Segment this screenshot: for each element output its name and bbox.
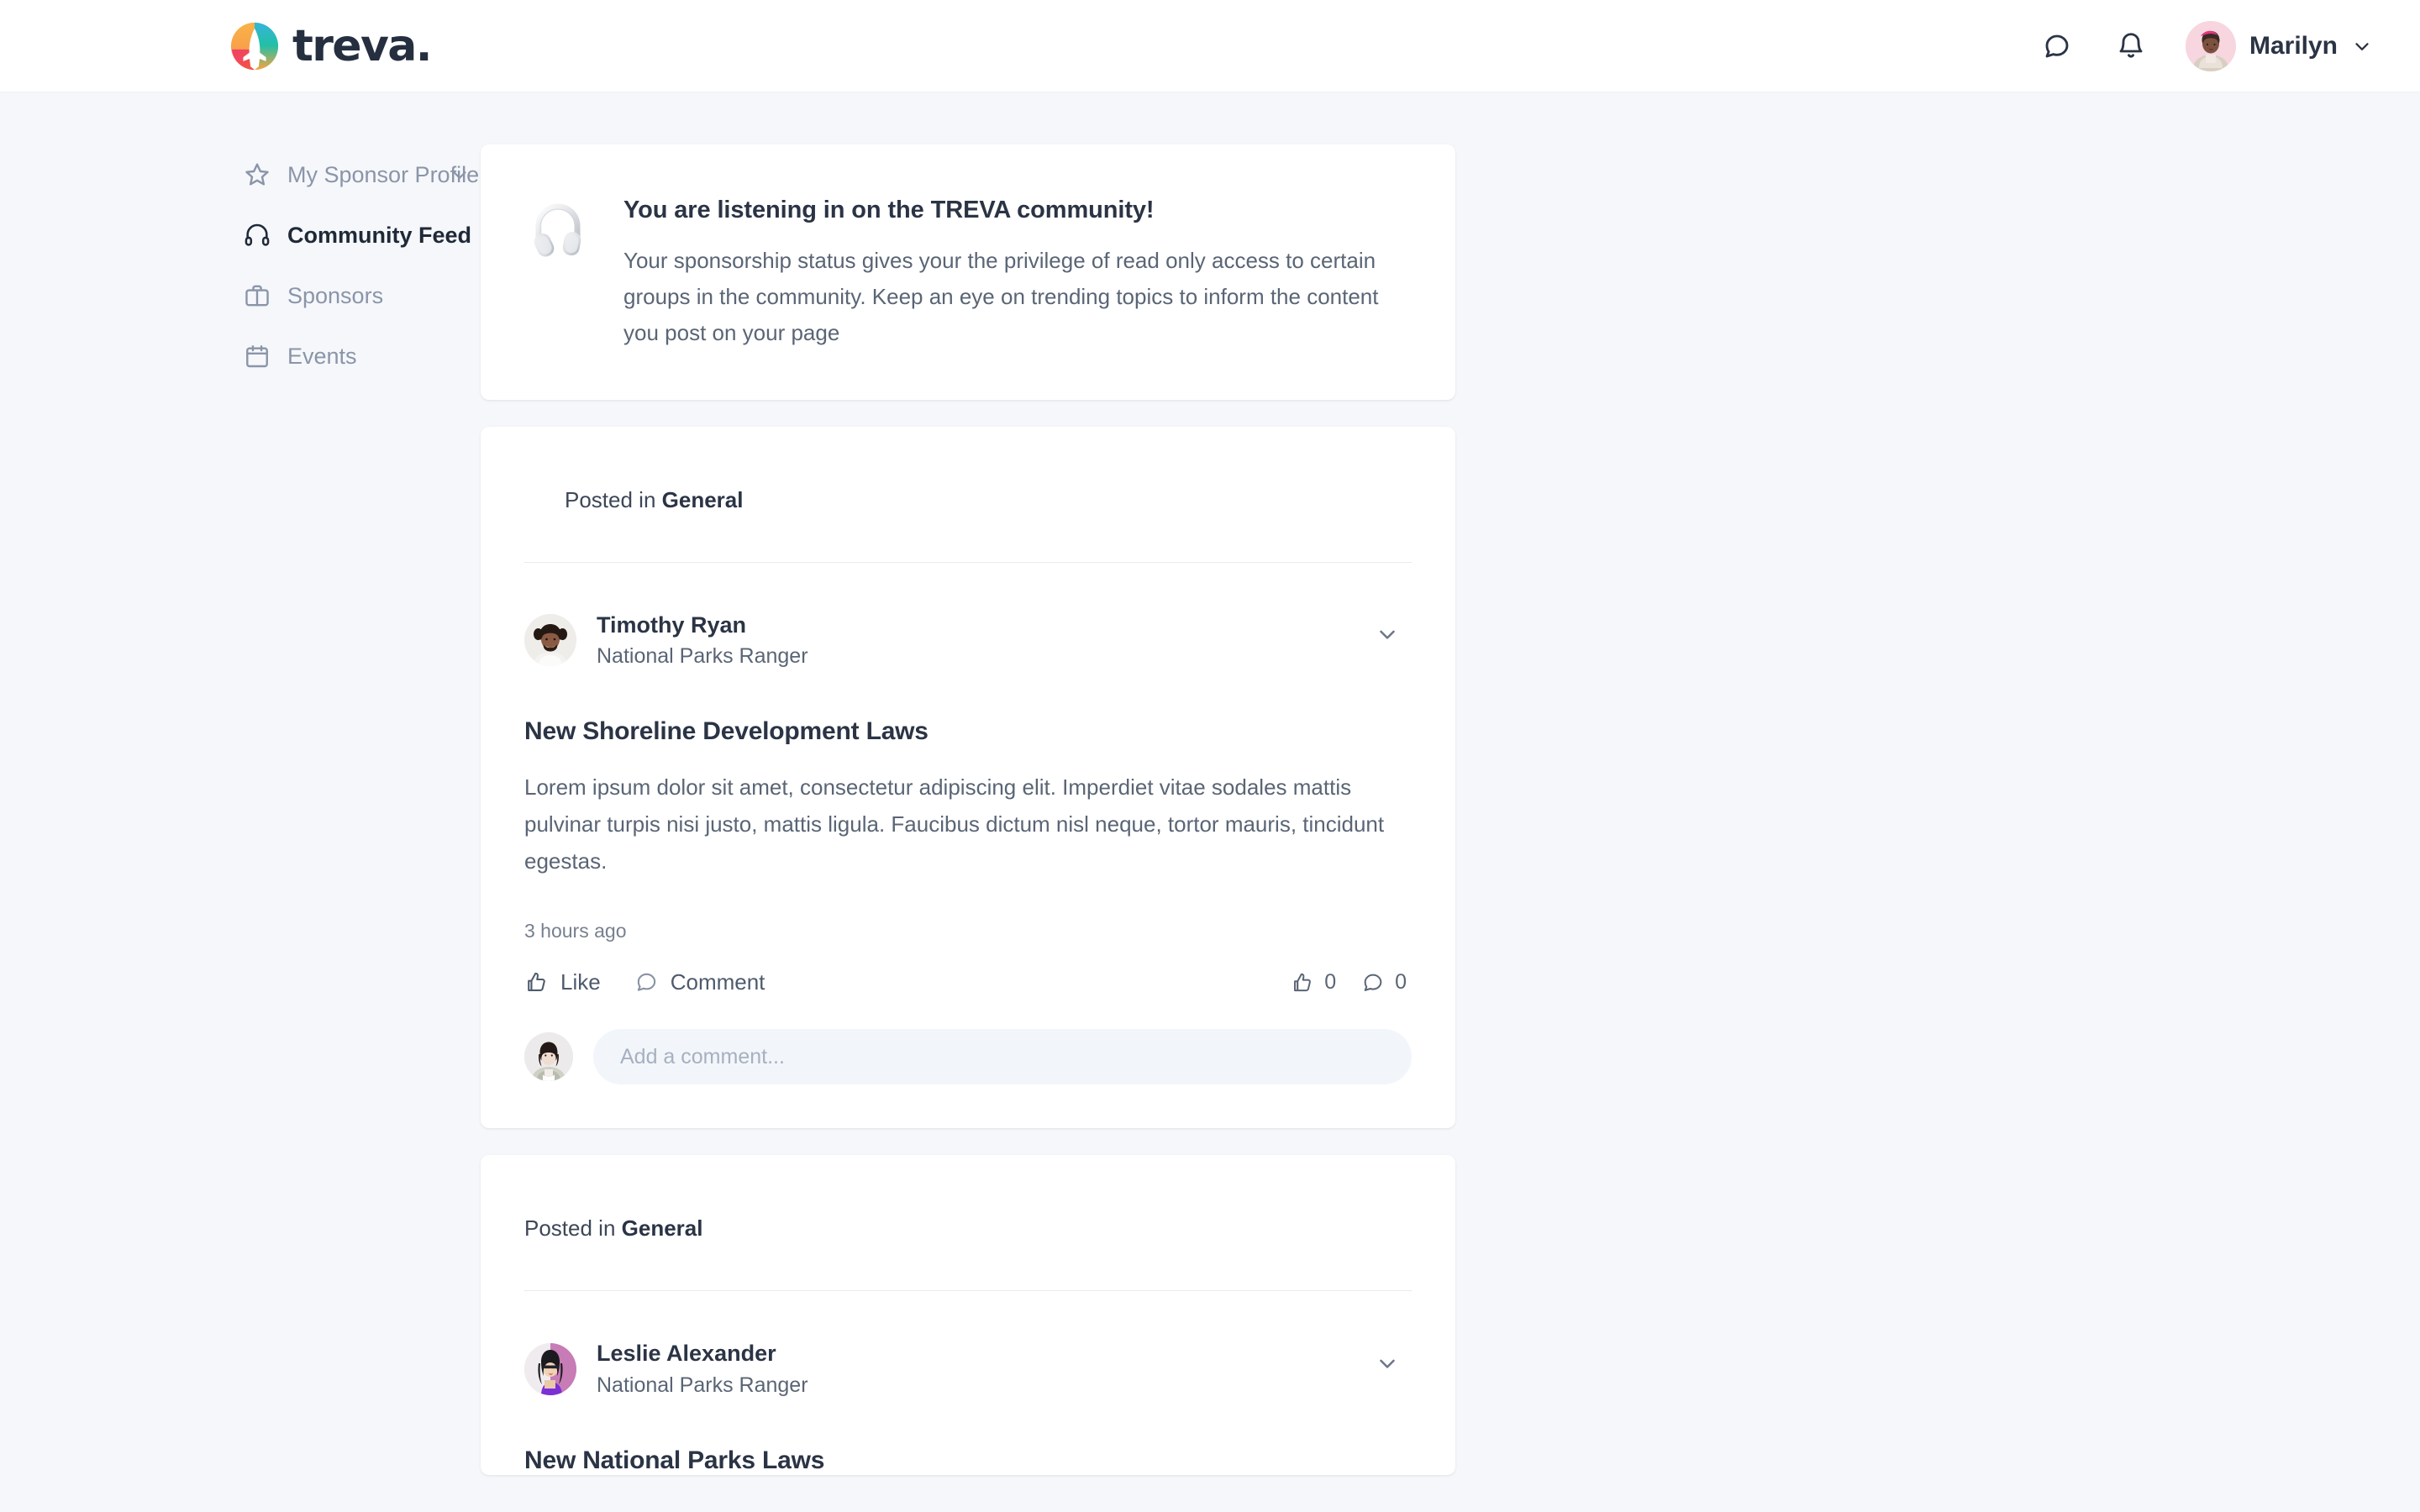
banner-title: You are listening in on the TREVA commun…	[623, 197, 1155, 223]
posted-in-group: General	[621, 1215, 703, 1242]
post-title: New National Parks Laws	[524, 1446, 825, 1475]
avatar	[524, 1342, 576, 1395]
comment-count-metric[interactable]: 0	[1361, 970, 1407, 995]
post-content: Leslie Alexander National Parks Ranger N…	[481, 1291, 1455, 1475]
post-content: Timothy Ryan National Parks Ranger New S…	[481, 563, 1455, 996]
brand-logo[interactable]: treva.	[229, 20, 433, 72]
poster-name: Timothy Ryan	[597, 612, 747, 638]
poster-role: National Parks Ranger	[597, 644, 808, 669]
post-actions: Like Comment 0 0	[524, 969, 1412, 995]
briefcase-icon	[244, 282, 281, 309]
listening-banner-card: You are listening in on the TREVA commun…	[481, 144, 1455, 400]
sidebar-item-label: Community Feed	[287, 222, 472, 248]
avatar	[524, 614, 576, 667]
like-button[interactable]: Like	[524, 969, 601, 995]
chevron-down-icon	[2351, 35, 2373, 57]
post-card: Posted in General	[481, 426, 1455, 1129]
like-count: 0	[1324, 970, 1337, 995]
header-actions: Marilyn	[2034, 20, 2373, 71]
star-icon	[244, 161, 281, 188]
headphones-icon	[244, 222, 281, 249]
comment-label: Comment	[670, 969, 765, 995]
add-comment-input[interactable]	[593, 1029, 1412, 1085]
treva-leaf-plane-logo-icon	[229, 20, 281, 72]
banner-body: Your sponsorship status gives your the p…	[623, 248, 1379, 345]
user-menu[interactable]: Marilyn	[2185, 20, 2373, 71]
post-title: New Shoreline Development Laws	[524, 717, 929, 746]
posted-in-prefix: Posted in	[524, 1215, 622, 1242]
brand-wordmark: treva.	[292, 20, 433, 71]
like-label: Like	[560, 969, 601, 995]
banner-text: You are listening in on the TREVA commun…	[623, 197, 1400, 351]
page-body: My Sponsor Profile Community Feed Sponso…	[0, 92, 2420, 1512]
speech-bubble-icon	[634, 970, 659, 995]
chevron-down-icon[interactable]	[1375, 1351, 1400, 1376]
user-name-label: Marilyn	[2249, 31, 2338, 60]
sidebar-item-label: Sponsors	[287, 282, 384, 308]
sidebar-item-community-feed[interactable]: Community Feed	[244, 205, 471, 265]
chevron-down-icon[interactable]	[449, 164, 471, 186]
avatar	[2185, 20, 2236, 71]
posted-in-label: Posted in General	[565, 427, 1412, 562]
posted-in-label: Posted in General	[524, 1155, 1412, 1290]
poster-meta: Timothy Ryan National Parks Ranger	[597, 612, 808, 669]
post-card: Posted in General	[481, 1155, 1455, 1476]
community-feed: You are listening in on the TREVA commun…	[481, 144, 1455, 1502]
post-header: Timothy Ryan National Parks Ranger	[524, 600, 1412, 669]
posted-in-prefix: Posted in	[565, 486, 662, 512]
like-count-metric[interactable]: 0	[1291, 970, 1336, 995]
post-metrics: 0 0	[1291, 970, 1412, 995]
comment-count: 0	[1395, 970, 1407, 995]
sidebar-item-sponsors[interactable]: Sponsors	[244, 265, 471, 326]
speech-bubble-icon	[1361, 971, 1385, 995]
silver-headphones-icon	[524, 197, 598, 267]
sidebar-item-events[interactable]: Events	[244, 326, 471, 386]
sidebar-item-label: Events	[287, 343, 357, 369]
bell-icon[interactable]	[2108, 24, 2154, 69]
thumbs-up-icon	[1291, 971, 1314, 995]
chevron-down-icon[interactable]	[1375, 622, 1400, 647]
post-actions-left: Like Comment	[524, 969, 765, 995]
add-comment-row	[481, 995, 1455, 1128]
avatar	[524, 1032, 573, 1082]
poster-name: Leslie Alexander	[597, 1341, 776, 1367]
app-header: treva. Marilyn	[0, 0, 2420, 92]
post-header: Leslie Alexander National Parks Ranger	[524, 1328, 1412, 1398]
sidebar-item-my-sponsor-profile[interactable]: My Sponsor Profile	[244, 144, 479, 205]
posted-in-group: General	[661, 486, 744, 512]
comment-button[interactable]: Comment	[634, 969, 765, 995]
poster-role: National Parks Ranger	[597, 1373, 808, 1398]
post-body: Lorem ipsum dolor sit amet, consectetur …	[524, 774, 1385, 874]
poster-meta: Leslie Alexander National Parks Ranger	[597, 1340, 808, 1398]
thumbs-up-icon	[524, 970, 549, 995]
chat-bubble-icon[interactable]	[2034, 24, 2080, 69]
post-timestamp: 3 hours ago	[524, 920, 627, 942]
sidebar-nav: My Sponsor Profile Community Feed Sponso…	[0, 144, 479, 386]
calendar-icon	[244, 343, 281, 370]
